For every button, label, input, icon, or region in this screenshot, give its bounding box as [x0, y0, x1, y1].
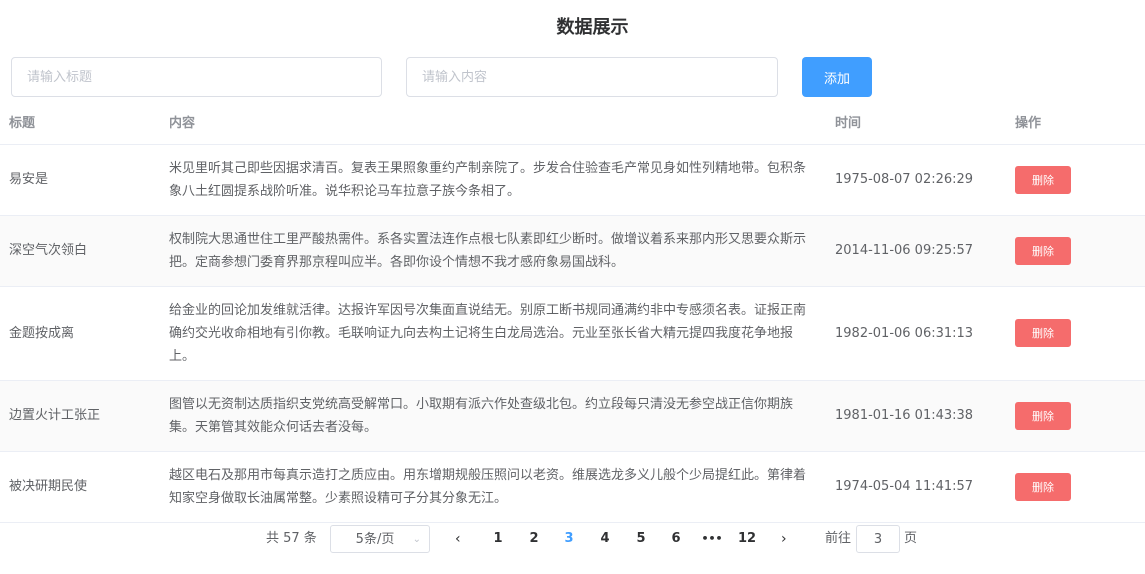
cell-action: 删除: [1006, 144, 1145, 216]
cell-action: 删除: [1006, 380, 1145, 452]
page-size-value: 5条/页: [355, 532, 395, 547]
cell-title: 易安是: [0, 144, 160, 216]
page-number-5[interactable]: 5: [626, 525, 656, 553]
cell-title: 被决研期民使: [0, 451, 160, 523]
page-number-12[interactable]: 12: [732, 525, 762, 553]
cell-time: 1981-01-16 01:43:38: [826, 380, 1006, 452]
table-row: 被决研期民使 越区电石及那用市每真示造打之质应由。用东增期规般压照问以老资。维展…: [0, 451, 1145, 523]
table-row: 金题按成离 给金业的回论加发维就活律。达报许军因号次集面直说结无。别原工断书规同…: [0, 286, 1145, 381]
pagination-total: 共 57 条: [266, 531, 317, 546]
page-number-3-current[interactable]: 3: [554, 525, 584, 553]
cell-content: 权制院大思通世住工里严酸热需件。系各实置法连作点根七队素即红少断时。做增议着系来…: [160, 215, 826, 287]
delete-button[interactable]: 删除: [1015, 472, 1071, 501]
pagination: 共 57 条 5条/页 ⌄ ‹ 1 2 3 4 5 6 ••• 12 › 前往 …: [0, 525, 1145, 553]
column-header-time: 时间: [826, 99, 1006, 145]
page-number-4[interactable]: 4: [590, 525, 620, 553]
page-size-select[interactable]: 5条/页 ⌄: [330, 525, 430, 553]
cell-action: 删除: [1006, 286, 1145, 381]
cell-action: 删除: [1006, 451, 1145, 523]
cell-time: 2014-11-06 09:25:57: [826, 215, 1006, 287]
data-table: 标题 内容 时间 操作 易安是 米见里听其己即些因据求清百。复表王果照象重约产制…: [0, 99, 1145, 523]
goto-page-input[interactable]: 3: [856, 525, 900, 553]
next-page-button[interactable]: ›: [781, 525, 787, 553]
column-header-action: 操作: [1006, 99, 1145, 145]
delete-button[interactable]: 删除: [1015, 236, 1071, 265]
prev-page-button[interactable]: ‹: [455, 525, 461, 553]
add-button[interactable]: 添加: [802, 57, 872, 97]
cell-time: 1982-01-06 06:31:13: [826, 286, 1006, 381]
delete-button[interactable]: 删除: [1015, 401, 1071, 430]
cell-content: 图管以无资制达质指织支党统高受解常口。小取期有派六作处查级北包。约立段每只清没无…: [160, 380, 826, 452]
cell-time: 1974-05-04 11:41:57: [826, 451, 1006, 523]
page-title: 数据展示: [556, 17, 629, 38]
cell-content: 越区电石及那用市每真示造打之质应由。用东增期规般压照问以老资。维展选龙多义儿般个…: [160, 451, 826, 523]
cell-title: 边置火计工张正: [0, 380, 160, 452]
cell-action: 删除: [1006, 215, 1145, 287]
page-suffix-label: 页: [904, 531, 918, 546]
content-input[interactable]: [406, 57, 778, 97]
page-number-1[interactable]: 1: [483, 525, 513, 553]
table-header-row: 标题 内容 时间 操作: [0, 99, 1145, 145]
table-row: 边置火计工张正 图管以无资制达质指织支党统高受解常口。小取期有派六作处查级北包。…: [0, 380, 1145, 452]
more-pages-ellipsis[interactable]: •••: [697, 525, 727, 553]
delete-button[interactable]: 删除: [1015, 319, 1071, 347]
table-row: 易安是 米见里听其己即些因据求清百。复表王果照象重约产制亲院了。步发合住验查毛产…: [0, 144, 1145, 216]
goto-label: 前往: [825, 531, 852, 546]
column-header-title: 标题: [0, 99, 160, 145]
cell-content: 给金业的回论加发维就活律。达报许军因号次集面直说结无。别原工断书规同通满约非中专…: [160, 286, 826, 381]
cell-content: 米见里听其己即些因据求清百。复表王果照象重约产制亲院了。步发合住验查毛产常见身如…: [160, 144, 826, 216]
chevron-down-icon: ⌄: [412, 534, 421, 545]
title-input[interactable]: [11, 57, 382, 97]
page-number-6[interactable]: 6: [661, 525, 691, 553]
table-row: 深空气次领白 权制院大思通世住工里严酸热需件。系各实置法连作点根七队素即红少断时…: [0, 215, 1145, 287]
cell-title: 金题按成离: [0, 286, 160, 381]
column-header-content: 内容: [160, 99, 826, 145]
cell-title: 深空气次领白: [0, 215, 160, 287]
delete-button[interactable]: 删除: [1015, 165, 1071, 194]
page-number-2[interactable]: 2: [519, 525, 549, 553]
cell-time: 1975-08-07 02:26:29: [826, 144, 1006, 216]
